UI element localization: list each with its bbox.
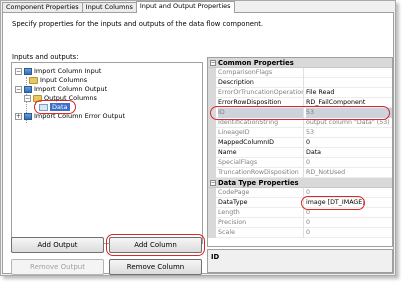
property-name: ComparisonFlags	[218, 68, 304, 78]
property-name: TruncationRowDisposition	[218, 168, 304, 178]
category-title: Data Type Properties	[218, 179, 299, 187]
property-name: Description	[218, 78, 304, 88]
property-name: Scale	[218, 228, 304, 238]
property-name: Name	[218, 148, 304, 158]
category-data-type-properties[interactable]: − Data Type Properties	[208, 178, 392, 188]
property-name: ErrorRowDisposition	[218, 98, 304, 108]
collapse-icon[interactable]: −	[24, 94, 31, 102]
property-value[interactable]: 0	[306, 188, 392, 198]
tab-component-properties[interactable]: Component Properties	[2, 2, 83, 12]
page-description: Specify properties for the inputs and ou…	[12, 20, 264, 28]
inputs-outputs-label: Inputs and outputs:	[12, 53, 79, 61]
tree-node-label: Data	[50, 103, 70, 111]
property-name: Length	[218, 208, 304, 218]
property-value[interactable]: 53	[306, 108, 392, 118]
tab-input-columns[interactable]: Input Columns	[81, 2, 137, 12]
property-row[interactable]: MappedColumnID 0	[208, 138, 392, 148]
property-row[interactable]: SpecialFlags 0	[208, 158, 392, 168]
folder-icon	[33, 94, 42, 102]
property-name: MappedColumnID	[218, 138, 304, 148]
property-row[interactable]: Scale 0	[208, 228, 392, 238]
property-value[interactable]: 53	[306, 128, 392, 138]
tree-node-output[interactable]: − Import Column Output	[15, 85, 107, 93]
property-value[interactable]: 0	[306, 138, 392, 148]
add-column-button[interactable]: Add Column	[109, 237, 202, 253]
property-value[interactable]: Data	[306, 148, 392, 158]
property-row[interactable]: IdentificationString output column "Data…	[208, 118, 392, 128]
property-row[interactable]: Description	[208, 78, 392, 88]
tree-node-label: Output Columns	[44, 94, 97, 102]
remove-column-button[interactable]: Remove Column	[109, 259, 202, 275]
tree-node-label: Import Column Output	[34, 85, 108, 93]
tree-node-data[interactable]: Data	[39, 103, 70, 111]
add-output-button[interactable]: Add Output	[11, 237, 104, 253]
tab-input-output-properties[interactable]: Input and Output Properties	[135, 1, 235, 13]
collapse-icon[interactable]: −	[210, 60, 216, 66]
folder-icon	[29, 76, 38, 84]
tab-content: Specify properties for the inputs and ou…	[2, 12, 394, 275]
property-description-panel: ID	[207, 249, 393, 273]
property-row[interactable]: TruncationRowDisposition RD_NotUsed	[208, 168, 392, 178]
tree-node-input-columns[interactable]: Input Columns	[29, 76, 87, 84]
remove-output-button[interactable]: Remove Output	[11, 259, 104, 275]
tree-node-error-output[interactable]: + Import Column Error Output	[15, 112, 125, 120]
tree-node-label: Import Column Error Output	[34, 112, 126, 120]
collapse-icon[interactable]: −	[15, 67, 22, 75]
category-common-properties[interactable]: − Common Properties	[208, 58, 392, 68]
property-value[interactable]: RD_FailComponent	[306, 98, 392, 108]
property-row[interactable]: Precision 0	[208, 218, 392, 228]
property-value[interactable]: RD_NotUsed	[306, 168, 392, 178]
property-row-datatype[interactable]: DataType image [DT_IMAGE]	[208, 198, 392, 208]
property-name: CodePage	[218, 188, 304, 198]
property-row[interactable]: ComparisonFlags	[208, 68, 392, 78]
property-name: IdentificationString	[218, 118, 304, 128]
tree-node-label: Import Column Input	[34, 67, 102, 75]
collapse-icon[interactable]: −	[210, 180, 216, 186]
inputs-outputs-tree[interactable]: − Import Column Input Input Columns − Im…	[11, 62, 203, 244]
property-row-id[interactable]: ID 53	[208, 108, 392, 118]
property-row[interactable]: Length 0	[208, 208, 392, 218]
column-icon	[39, 103, 48, 111]
property-name: LineageID	[218, 128, 304, 138]
property-name: SpecialFlags	[218, 158, 304, 168]
property-name: Precision	[218, 218, 304, 228]
tree-node-output-columns[interactable]: − Output Columns	[24, 94, 97, 102]
tree-node-input[interactable]: − Import Column Input	[15, 67, 101, 75]
property-name: ID	[218, 108, 304, 118]
property-value[interactable]: 0	[306, 218, 392, 228]
error-output-icon	[24, 112, 32, 120]
property-value[interactable]: 0	[306, 228, 392, 238]
property-description-title: ID	[211, 253, 220, 261]
collapse-icon[interactable]: −	[15, 85, 22, 93]
property-name: DataType	[218, 198, 304, 208]
output-icon	[24, 85, 32, 93]
property-value[interactable]: File Read	[306, 88, 392, 98]
property-row[interactable]: Name Data	[208, 148, 392, 158]
property-row[interactable]: ErrorRowDisposition RD_FailComponent	[208, 98, 392, 108]
property-value[interactable]: 0	[306, 208, 392, 218]
property-row[interactable]: ErrorOrTruncationOperation File Read	[208, 88, 392, 98]
property-row[interactable]: CodePage 0	[208, 188, 392, 198]
tree-node-label: Input Columns	[40, 76, 88, 84]
property-row[interactable]: LineageID 53	[208, 128, 392, 138]
property-value[interactable]: 0	[306, 158, 392, 168]
category-title: Common Properties	[218, 59, 294, 67]
expand-icon[interactable]: +	[15, 112, 22, 120]
input-icon	[24, 67, 32, 75]
property-value[interactable]: output column "Data" (53)	[306, 118, 392, 128]
property-grid[interactable]: − Common Properties ComparisonFlags Desc…	[207, 57, 393, 247]
property-value[interactable]: image [DT_IMAGE]	[306, 198, 392, 208]
property-name: ErrorOrTruncationOperation	[218, 88, 304, 98]
